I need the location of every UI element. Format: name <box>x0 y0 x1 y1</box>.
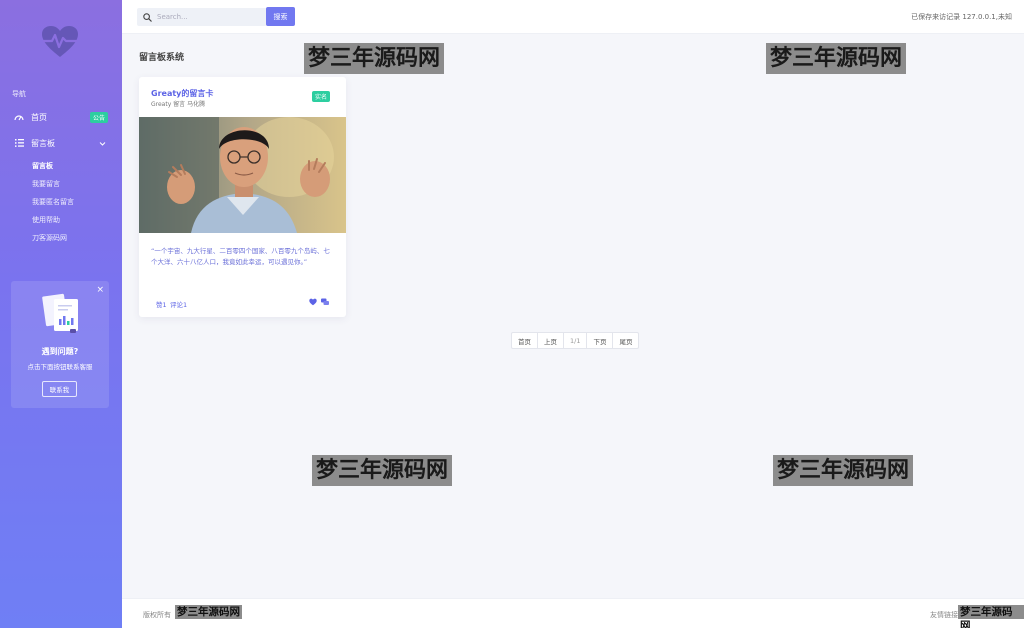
watermark: 梦三年源码网 <box>766 43 907 74</box>
sub-item-help[interactable]: 使用帮助 <box>32 215 60 225</box>
nav-caption: 导航 <box>12 90 26 98</box>
watermark: 梦三年源码网 <box>175 605 242 619</box>
pagination: 首页 上页 1/1 下页 尾页 <box>511 332 640 349</box>
help-card: × 遇到问题? 点击下面按钮联系客服 联系我 <box>11 281 109 408</box>
documents-illustration-icon <box>42 293 78 333</box>
pager-prev[interactable]: 上页 <box>538 333 564 348</box>
help-subtitle: 点击下面按钮联系客服 <box>27 363 93 371</box>
realname-badge: 实名 <box>311 91 330 102</box>
footer-copyright: 版权所有 <box>143 611 171 619</box>
visit-status: 已保存来访记录 127.0.0.1,未知 <box>911 13 1012 21</box>
top-header: 搜索 已保存来访记录 127.0.0.1,未知 <box>122 0 1024 34</box>
pager-next[interactable]: 下页 <box>587 333 614 348</box>
search-box <box>137 8 267 26</box>
heartbeat-logo-icon <box>42 26 78 57</box>
card-title[interactable]: Greaty的留言卡 <box>151 88 213 99</box>
help-title: 遇到问题? <box>41 347 79 356</box>
heart-icon[interactable] <box>309 298 317 306</box>
card-photo <box>139 117 346 233</box>
watermark: 梦三年源码网 <box>304 43 445 74</box>
page-title: 留言板系统 <box>139 53 185 63</box>
watermark: 梦三年源码网 <box>958 605 1024 628</box>
search-input[interactable] <box>157 13 257 21</box>
notice-badge: 公告 <box>89 111 108 123</box>
watermark: 梦三年源码网 <box>312 455 453 486</box>
search-icon <box>143 12 152 22</box>
dashboard-icon <box>14 112 24 122</box>
like-count[interactable]: 赞1 <box>156 299 167 309</box>
message-card[interactable]: Greaty的留言卡 Greaty 留言 马化腾 实名 “一个宇宙、九大行星、二… <box>139 77 346 317</box>
list-icon <box>14 138 24 148</box>
card-subtitle: Greaty 留言 马化腾 <box>151 101 206 108</box>
sidebar-item-guestbook[interactable]: 留言板 <box>0 133 122 153</box>
sub-item-source-site[interactable]: 刀客源码网 <box>32 233 67 243</box>
sidebar-item-label: 留言板 <box>31 138 55 148</box>
sidebar-item-label: 首页 <box>31 112 47 122</box>
contact-button[interactable]: 联系我 <box>42 381 77 397</box>
sub-item-anonymous-message[interactable]: 我要匿名留言 <box>32 197 74 207</box>
pager-first[interactable]: 首页 <box>512 333 538 348</box>
pager-current: 1/1 <box>564 333 588 348</box>
footer: 版权所有 友情链接 <box>122 598 1024 628</box>
card-quote: “一个宇宙、九大行星、二百零四个国家、八百零九个岛屿、七个大洋、六十八亿人口，我… <box>151 247 330 266</box>
chat-bubbles-icon[interactable] <box>321 298 329 306</box>
sidebar: 导航 首页 公告 留言板 留言板 我要留言 我要匿名留言 使用帮助 刀客源码网 … <box>0 0 122 628</box>
sidebar-item-home[interactable]: 首页 公告 <box>0 107 122 127</box>
watermark: 梦三年源码网 <box>773 455 914 486</box>
sub-item-guestbook[interactable]: 留言板 <box>32 161 53 171</box>
chevron-down-icon <box>99 141 106 146</box>
comment-count[interactable]: 评论1 <box>170 299 187 309</box>
sub-item-leave-message[interactable]: 我要留言 <box>32 179 60 189</box>
search-button[interactable]: 搜索 <box>266 7 295 26</box>
footer-links[interactable]: 友情链接 <box>930 610 958 620</box>
pager-last[interactable]: 尾页 <box>613 333 638 348</box>
close-icon[interactable]: × <box>96 285 104 295</box>
